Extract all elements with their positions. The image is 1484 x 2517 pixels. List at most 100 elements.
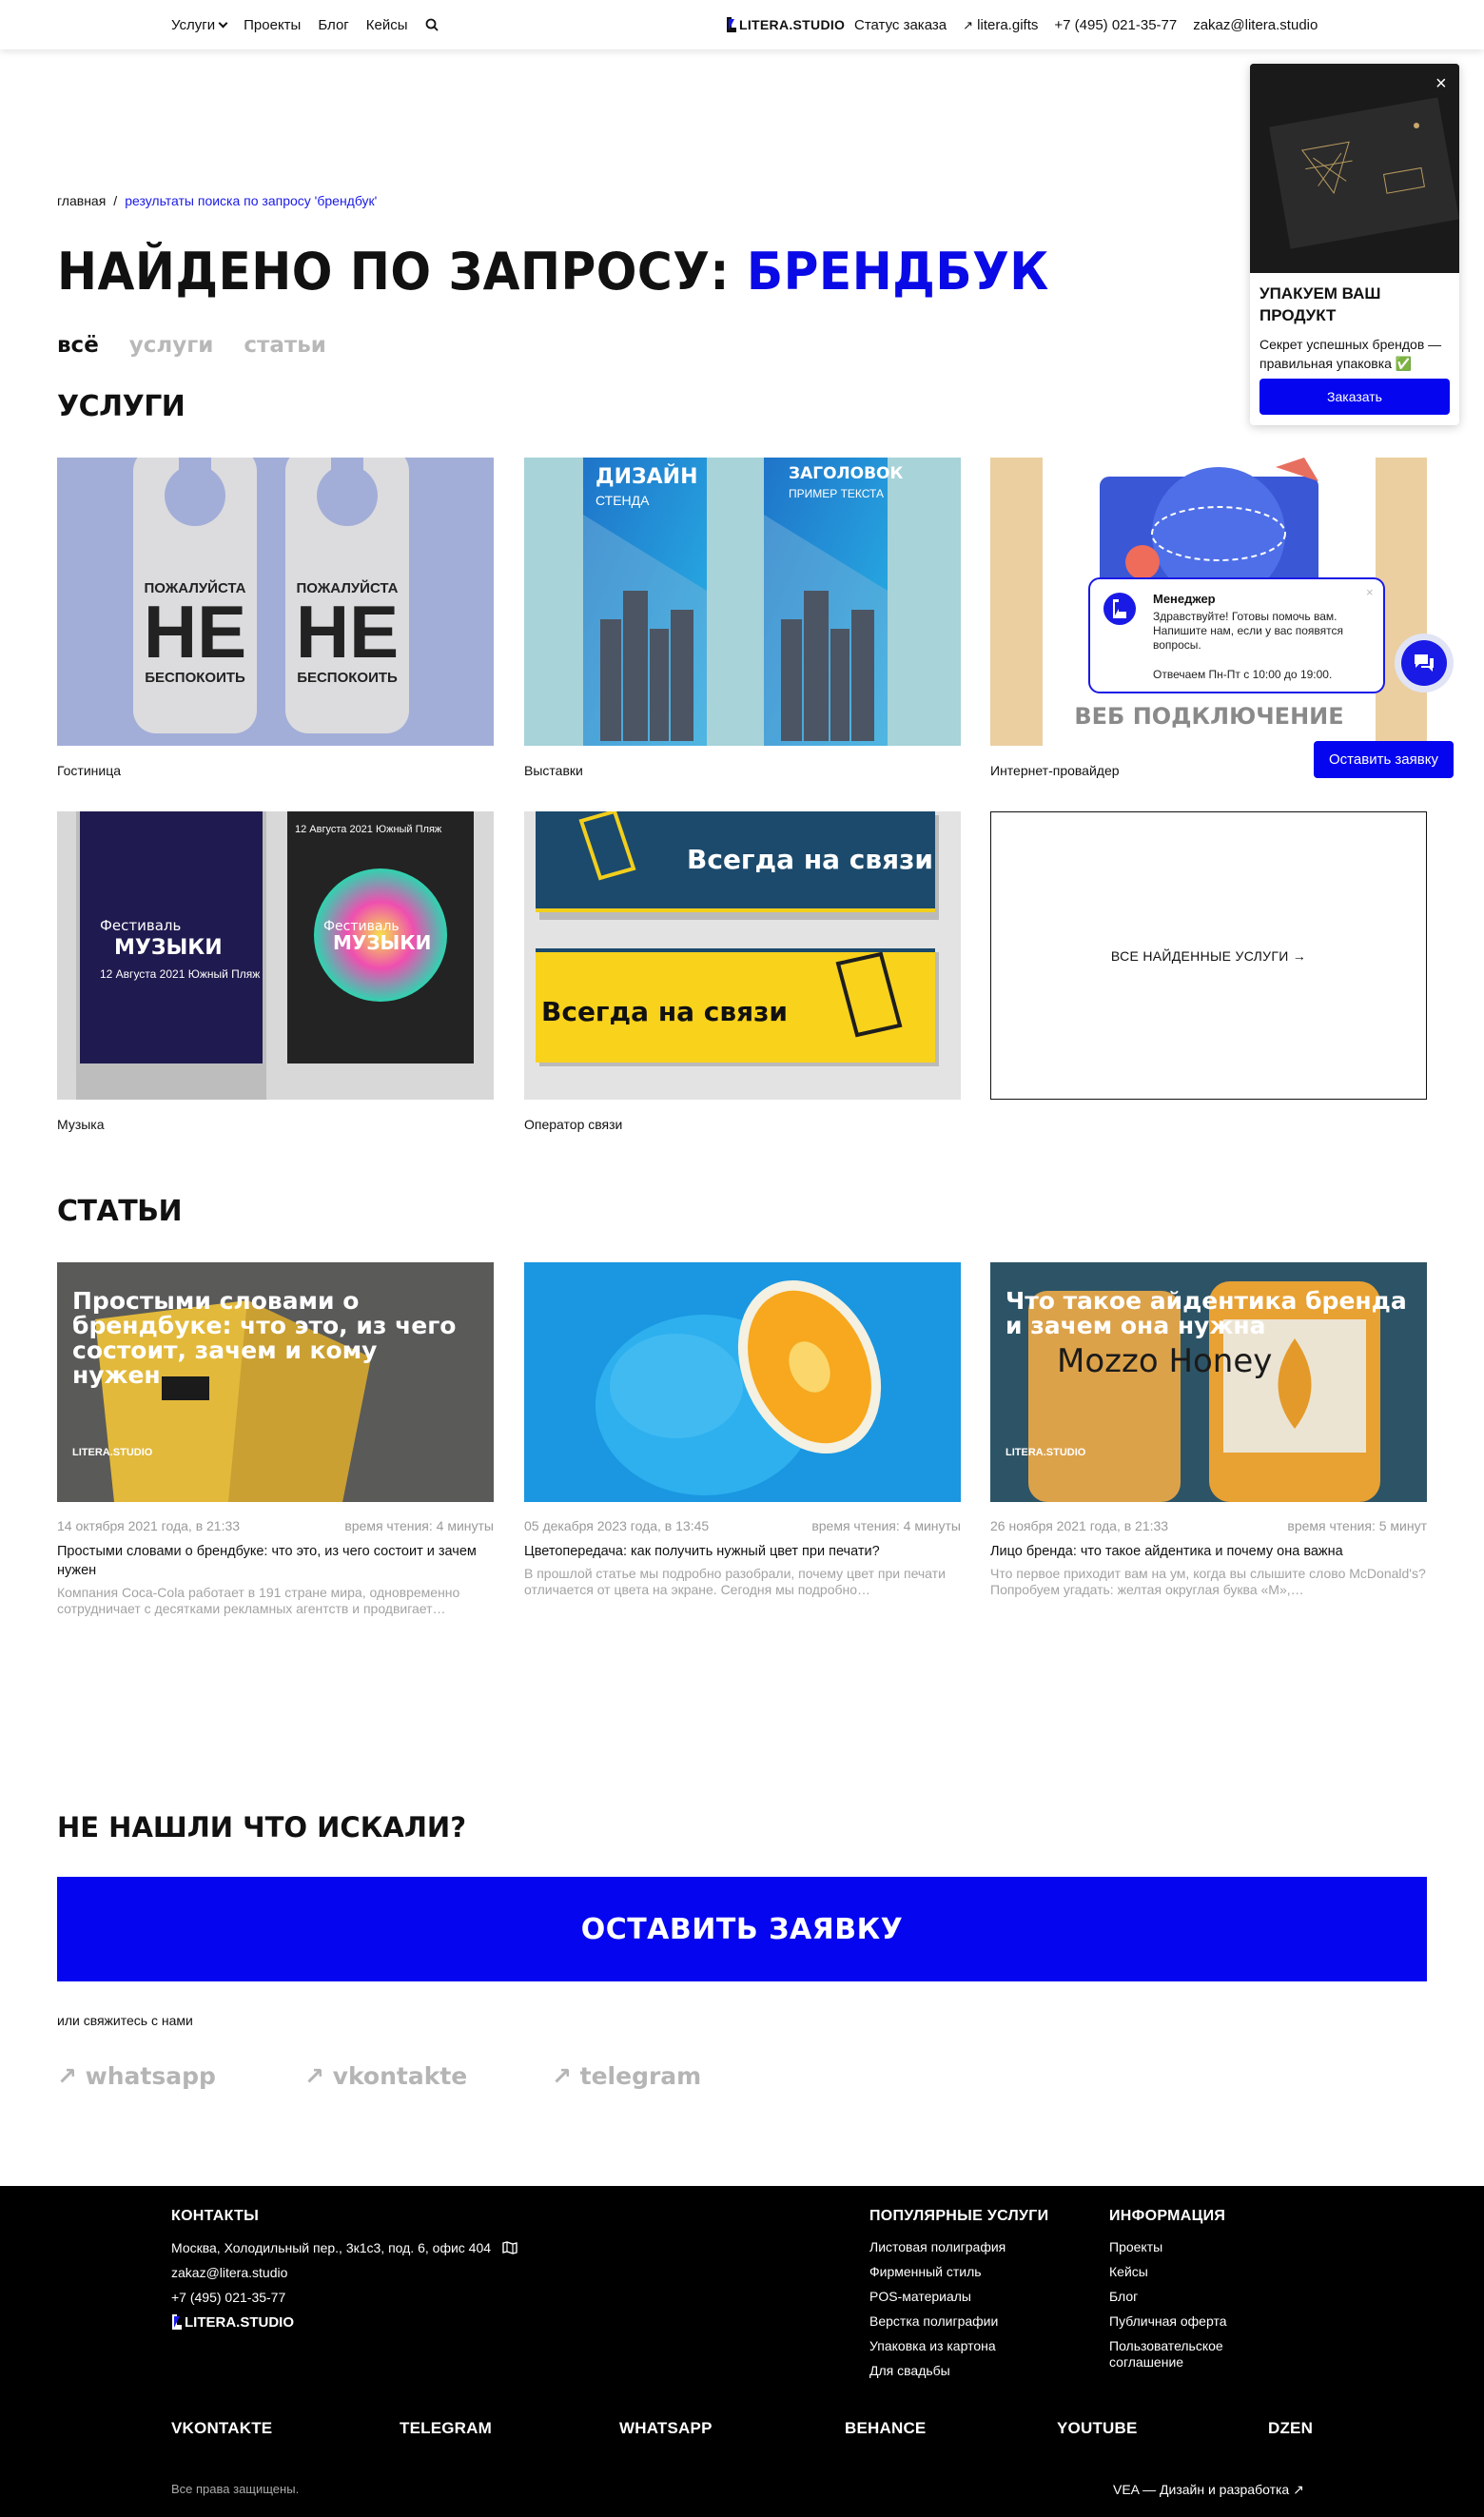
article-title[interactable]: Цветопередача: как получить нужный цвет … — [524, 1542, 961, 1561]
footer-popular-item[interactable]: Верстка полиграфии — [869, 2313, 1060, 2330]
brand-avatar-icon — [1113, 599, 1126, 618]
footer-social-youtube[interactable]: YOUTUBE — [1057, 2419, 1138, 2438]
hanger-text-not-2: НЕ — [296, 590, 399, 673]
article-date: 26 ноября 2021 года, в 21:33 — [990, 1518, 1169, 1533]
vkontakte-link[interactable]: ↗ vkontakte — [304, 2062, 552, 2090]
footer-popular-item[interactable]: Для свадьбы — [869, 2363, 1060, 2379]
hanger-text-not-1: НЕ — [144, 590, 246, 673]
tab-all[interactable]: всё — [57, 333, 99, 358]
footer-social-telegram[interactable]: TELEGRAM — [400, 2419, 492, 2438]
footer-popular-item[interactable]: Листовая полиграфия — [869, 2239, 1060, 2255]
article-card-brandbook[interactable]: Простыми словами о брендбуке: что это, и… — [57, 1262, 494, 1617]
promo-text: Секрет успешных брендов — правильная упа… — [1259, 337, 1442, 371]
poster-text-date-1: 12 Августа 2021 Южный Пляж — [100, 967, 260, 981]
article-excerpt: Что первое приходит вам на ум, когда вы … — [990, 1566, 1426, 1597]
article-read-time: время чтения: 4 минуты — [344, 1518, 494, 1533]
whatsapp-link[interactable]: ↗ whatsapp — [57, 2062, 304, 2090]
footer-rights: Все права защищены. — [171, 2482, 300, 2496]
submit-request-button[interactable]: ОСТАВИТЬ ЗАЯВКУ — [57, 1877, 1427, 1981]
article-title[interactable]: Лицо бренда: что такое айдентика и почем… — [990, 1542, 1427, 1561]
footer-social-vkontakte[interactable]: VKONTAKTE — [171, 2419, 272, 2438]
map-icon[interactable] — [502, 2241, 517, 2254]
operator-text-bottom: Всегда на связи — [541, 996, 788, 1027]
promo-close-icon[interactable]: × — [1435, 73, 1447, 95]
header-logo[interactable]: LITERA.STUDIO — [726, 16, 845, 33]
service-card-operator[interactable]: Всегда на связи Всегда на связи Оператор… — [524, 811, 961, 1132]
nav-projects[interactable]: Проекты — [244, 17, 301, 33]
articles-heading: СТАТЬИ — [57, 1195, 183, 1228]
chat-message-text: Здравствуйте! Готовы помочь вам. Напишит… — [1153, 610, 1344, 652]
footer-logo[interactable]: LITERA.STUDIO — [171, 2313, 294, 2331]
chat-close-icon[interactable]: × — [1366, 585, 1374, 599]
service-card-hotel[interactable]: ПОЖАЛУЙСТА НЕ БЕСПОКОИТЬ ПОЖАЛУЙСТА НЕ Б… — [57, 458, 494, 778]
article-meta: 14 октября 2021 года, в 21:33 время чтен… — [57, 1518, 494, 1533]
all-found-services-link[interactable]: ВСЕ НАЙДЕННЫЕ УСЛУГИ → — [990, 811, 1427, 1100]
logo-mark-icon — [727, 17, 736, 32]
promo-image: × — [1250, 64, 1459, 273]
footer-info-item[interactable]: Пользовательское соглашение — [1109, 2338, 1252, 2371]
order-status-link[interactable]: Статус заказа — [854, 17, 947, 33]
footer-developer-link[interactable]: VEA — Дизайн и разработка ↗ — [1113, 2482, 1304, 2498]
nav-services[interactable]: Услуги — [171, 16, 228, 33]
footer-email[interactable]: zakaz@litera.studio — [171, 2260, 287, 2285]
stand-text-stand: СТЕНДА — [596, 493, 650, 508]
article-date: 05 декабря 2023 года, в 13:45 — [524, 1518, 710, 1533]
footer-info-list: Проекты Кейсы Блог Публичная оферта Поль… — [1109, 2239, 1252, 2379]
door-hanger-illustration: ПОЖАЛУЙСТА НЕ БЕСПОКОИТЬ ПОЖАЛУЙСТА НЕ Б… — [133, 458, 409, 733]
gifts-link[interactable]: ↗ litera.gifts — [963, 17, 1038, 33]
footer-info-item[interactable]: Проекты — [1109, 2239, 1252, 2255]
page-title-query: БРЕНДБУК — [746, 242, 1049, 302]
tab-articles[interactable]: статьи — [244, 333, 325, 358]
footer-contacts-heading: КОНТАКТЫ — [171, 2208, 260, 2224]
poster-text-festival-1: Фестиваль — [100, 917, 181, 934]
footer-popular-item[interactable]: Упаковка из картона — [869, 2338, 1060, 2354]
footer-popular-item[interactable]: POS-материалы — [869, 2289, 1060, 2305]
chat-message-bubble[interactable]: Менеджер Здравствуйте! Готовы помочь вам… — [1088, 577, 1385, 693]
header-email[interactable]: zakaz@litera.studio — [1193, 17, 1318, 33]
nav-services-label: Услуги — [171, 16, 216, 33]
service-card-exhibitions[interactable]: ДИЗАЙН СТЕНДА ЗАГОЛОВОК ПРИМЕР ТЕКСТА Вы… — [524, 458, 961, 778]
chat-sender-name: Менеджер — [1153, 592, 1216, 606]
footer-address-text: Москва, Холодильный пер., 3к1с3, под. 6,… — [171, 2240, 492, 2255]
footer-social-whatsapp[interactable]: WHATSAPP — [619, 2419, 713, 2438]
article-read-time: время чтения: 4 минуты — [811, 1518, 961, 1533]
search-icon[interactable] — [425, 18, 439, 31]
chevron-down-icon — [218, 18, 228, 28]
breadcrumb-home[interactable]: главная — [57, 193, 106, 208]
article-meta: 05 декабря 2023 года, в 13:45 время чтен… — [524, 1518, 961, 1533]
promo-order-button[interactable]: Заказать — [1259, 379, 1450, 415]
logo-mark-icon — [172, 2314, 182, 2330]
telegram-link[interactable]: ↗ telegram — [552, 2062, 799, 2090]
article-image-logo: LITERA.STUDIO — [72, 1447, 153, 1458]
tab-services[interactable]: услуги — [129, 333, 214, 358]
footer-info-item[interactable]: Публичная оферта — [1109, 2313, 1252, 2330]
article-card-identity[interactable]: Mozzo Honey Что такое айдентика бренда и… — [990, 1262, 1427, 1598]
logo-text: LITERA.STUDIO — [739, 17, 846, 32]
chat-open-button[interactable] — [1395, 634, 1454, 693]
promo-popup: × УПАКУЕМ ВАШ ПРОДУКТ Секрет успешных бр… — [1250, 64, 1459, 425]
footer-info-item[interactable]: Кейсы — [1109, 2264, 1252, 2280]
stand-text-sample: ПРИМЕР ТЕКСТА — [789, 487, 884, 500]
nav-blog[interactable]: Блог — [318, 17, 348, 33]
arrow-up-right-icon: ↗ — [963, 17, 973, 32]
service-card-label: Оператор связи — [524, 1117, 623, 1132]
nav-cases[interactable]: Кейсы — [366, 17, 408, 33]
stand-text-design: ДИЗАЙН — [596, 464, 698, 489]
services-heading: УСЛУГИ — [57, 390, 186, 423]
footer-social-behance[interactable]: BEHANCE — [845, 2419, 926, 2438]
article-image-caption: Что такое айдентика бренда и зачем она н… — [1006, 1287, 1407, 1339]
chat-icon — [1415, 654, 1434, 672]
leave-request-button[interactable]: Оставить заявку — [1314, 741, 1454, 778]
article-title[interactable]: Простыми словами о брендбуке: что это, и… — [57, 1542, 494, 1580]
footer-info-item[interactable]: Блог — [1109, 2289, 1252, 2305]
footer-popular-item[interactable]: Фирменный стиль — [869, 2264, 1060, 2280]
service-card-label: Выставки — [524, 763, 583, 778]
article-card-color[interactable]: 05 декабря 2023 года, в 13:45 время чтен… — [524, 1262, 961, 1598]
header-phone[interactable]: +7 (495) 021-35-77 — [1054, 17, 1177, 33]
footer-social-dzen[interactable]: DZEN — [1268, 2419, 1313, 2438]
service-card-music[interactable]: Фестиваль МУЗЫКИ 12 Августа 2021 Южный П… — [57, 811, 494, 1132]
service-card-label: Музыка — [57, 1117, 105, 1132]
main-nav: Услуги Проекты Блог Кейсы — [171, 0, 439, 49]
poster-text-music-2: МУЗЫКИ — [333, 931, 431, 954]
footer-phone[interactable]: +7 (495) 021-35-77 — [171, 2285, 285, 2310]
